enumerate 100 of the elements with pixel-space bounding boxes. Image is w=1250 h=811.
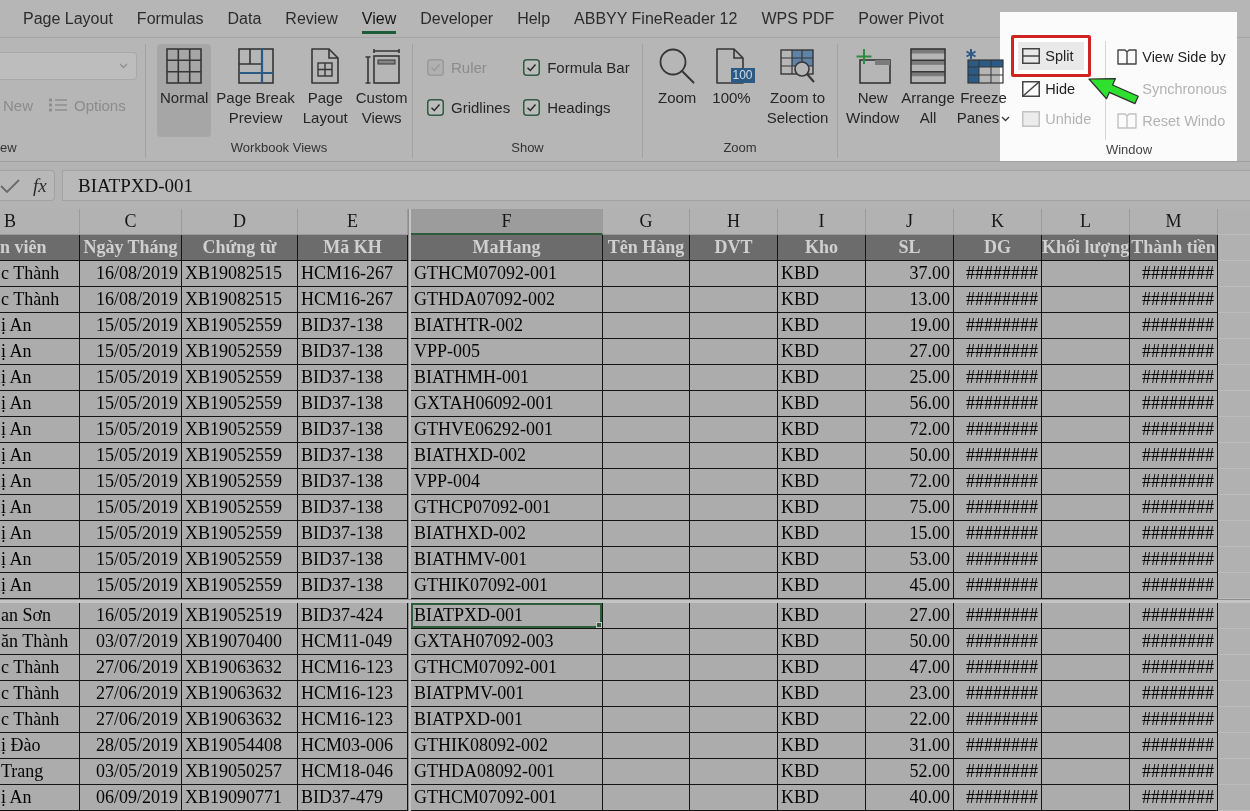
column-header[interactable]: C (80, 209, 182, 235)
sheet-cell[interactable]: GTHCP07092-001 (411, 495, 603, 521)
sheet-cell[interactable]: BIATHXD-002 (411, 521, 603, 547)
column-header[interactable]: J (866, 209, 954, 235)
sheet-cell[interactable] (690, 707, 778, 733)
sheet-cell[interactable]: BID37-138 (298, 391, 408, 417)
sheet-cell[interactable]: BIATPMV-001 (411, 681, 603, 707)
sheet-cell[interactable]: ######## (954, 443, 1042, 469)
sheet-cell[interactable] (690, 417, 778, 443)
ribbon-tab[interactable]: ABBYY FineReader 12 (562, 0, 750, 37)
sheet-cell[interactable]: HCM16-267 (298, 261, 408, 287)
sheet-cell[interactable]: ######## (1130, 313, 1218, 339)
sheet-cell[interactable]: XB19082515 (182, 261, 298, 287)
ribbon-tab[interactable]: Page Layout (11, 0, 125, 37)
sheet-cell[interactable]: ######## (1130, 785, 1218, 811)
sheet-cell[interactable] (1042, 339, 1130, 365)
sheet-cell[interactable]: ######## (1130, 707, 1218, 733)
sheet-cell[interactable]: XB19052559 (182, 573, 298, 599)
sheet-cell[interactable]: ######## (1130, 573, 1218, 599)
sheet-cell[interactable]: ######## (954, 287, 1042, 313)
sheet-cell[interactable]: ######## (954, 313, 1042, 339)
sheet-cell[interactable]: 28/05/2019 (80, 733, 182, 759)
sheet-cell[interactable] (1042, 603, 1130, 629)
sheet-cell[interactable]: HCM16-123 (298, 681, 408, 707)
sheet-cell[interactable]: ######## (1130, 733, 1218, 759)
sheet-cell[interactable]: KBD (778, 759, 866, 785)
sheet-cell[interactable]: ######## (1130, 759, 1218, 785)
sheet-cell[interactable] (690, 313, 778, 339)
sheet-cell[interactable]: 72.00 (866, 469, 954, 495)
sheet-cell[interactable] (690, 443, 778, 469)
sheet-cell[interactable] (1042, 417, 1130, 443)
sheet-cell[interactable] (1042, 733, 1130, 759)
sheet-cell[interactable] (603, 573, 690, 599)
sheet-cell[interactable]: ######## (1130, 391, 1218, 417)
sheet-cell[interactable]: GTHVE06292-001 (411, 417, 603, 443)
column-header[interactable]: K (954, 209, 1042, 235)
column-header[interactable]: G (603, 209, 690, 235)
sheet-cell[interactable]: KBD (778, 495, 866, 521)
sheet-cell[interactable]: GTHDA08092-001 (411, 759, 603, 785)
sheet-cell[interactable]: Trang (0, 759, 80, 785)
ribbon-tab[interactable]: Help (505, 0, 563, 37)
sheet-cell[interactable]: ######## (1130, 365, 1218, 391)
sheet-cell[interactable]: BIATHXD-002 (411, 443, 603, 469)
sheet-cell[interactable]: HCM18-046 (298, 759, 408, 785)
sheet-cell[interactable]: GTHIK07092-001 (411, 573, 603, 599)
sheet-cell[interactable] (690, 469, 778, 495)
sheet-cell[interactable]: ị An (0, 495, 80, 521)
sheet-cell[interactable] (603, 469, 690, 495)
sheet-cell[interactable]: ######## (954, 261, 1042, 287)
sheet-cell[interactable]: ######## (1130, 655, 1218, 681)
sheet-cell[interactable] (1042, 573, 1130, 599)
sheet-cell[interactable]: XB19070400 (182, 629, 298, 655)
sheet-cell[interactable]: BIATHMH-001 (411, 365, 603, 391)
sheet-cell[interactable]: ######## (1130, 339, 1218, 365)
sheet-cell[interactable]: ị An (0, 573, 80, 599)
sheet-cell[interactable]: c Thành (0, 681, 80, 707)
sheet-cell[interactable]: KBD (778, 573, 866, 599)
sheet-cell[interactable]: ######## (954, 707, 1042, 733)
sheet-cell[interactable]: ######## (1130, 603, 1218, 629)
sheet-cell[interactable] (690, 681, 778, 707)
page-break-preview-button[interactable]: Page Break Preview (213, 44, 298, 137)
hide-button[interactable]: Hide (1011, 74, 1082, 104)
sheet-cell[interactable] (1042, 655, 1130, 681)
sheet-cell[interactable]: XB19052559 (182, 313, 298, 339)
sheet-cell[interactable] (690, 629, 778, 655)
sheet-cell[interactable]: KBD (778, 681, 866, 707)
sheet-cell[interactable]: 22.00 (866, 707, 954, 733)
sheet-cell[interactable] (603, 417, 690, 443)
sheet-cell[interactable]: ######## (1130, 443, 1218, 469)
column-header[interactable]: D (182, 209, 298, 235)
sheet-cell[interactable]: ị An (0, 391, 80, 417)
sheet-cell[interactable]: 50.00 (866, 629, 954, 655)
sheet-cell[interactable]: ị An (0, 443, 80, 469)
sheet-cell[interactable]: ######## (1130, 521, 1218, 547)
sheet-cell[interactable]: XB19052559 (182, 365, 298, 391)
sheet-cell[interactable] (603, 391, 690, 417)
sheet-cell[interactable] (603, 287, 690, 313)
sheet-cell[interactable]: 03/07/2019 (80, 629, 182, 655)
sheet-cell[interactable]: 15/05/2019 (80, 443, 182, 469)
sheet-cell[interactable] (1042, 629, 1130, 655)
sheet-cell[interactable]: 03/05/2019 (80, 759, 182, 785)
sheet-cell[interactable] (690, 759, 778, 785)
sheet-cell[interactable]: XB19063632 (182, 655, 298, 681)
sheet-cell[interactable]: ######## (1130, 261, 1218, 287)
sheet-cell[interactable] (603, 707, 690, 733)
sheet-cell[interactable]: KBD (778, 313, 866, 339)
sheet-cell[interactable]: VPP-004 (411, 469, 603, 495)
sheet-cell[interactable] (690, 603, 778, 629)
sheet-cell[interactable]: c Thành (0, 287, 80, 313)
arrange-all-button[interactable]: Arrange All (900, 44, 956, 137)
column-header[interactable]: M (1130, 209, 1218, 235)
sheet-cell[interactable]: KBD (778, 785, 866, 811)
sheet-cell[interactable]: XB19052559 (182, 443, 298, 469)
sheet-cell[interactable]: ######## (954, 629, 1042, 655)
sheet-cell[interactable] (690, 261, 778, 287)
sheet-cell[interactable] (1042, 521, 1130, 547)
sheet-cell[interactable]: XB19063632 (182, 681, 298, 707)
sheet-cell[interactable]: KBD (778, 603, 866, 629)
sheet-cell[interactable]: BID37-138 (298, 495, 408, 521)
sheet-cell[interactable]: ######## (1130, 495, 1218, 521)
